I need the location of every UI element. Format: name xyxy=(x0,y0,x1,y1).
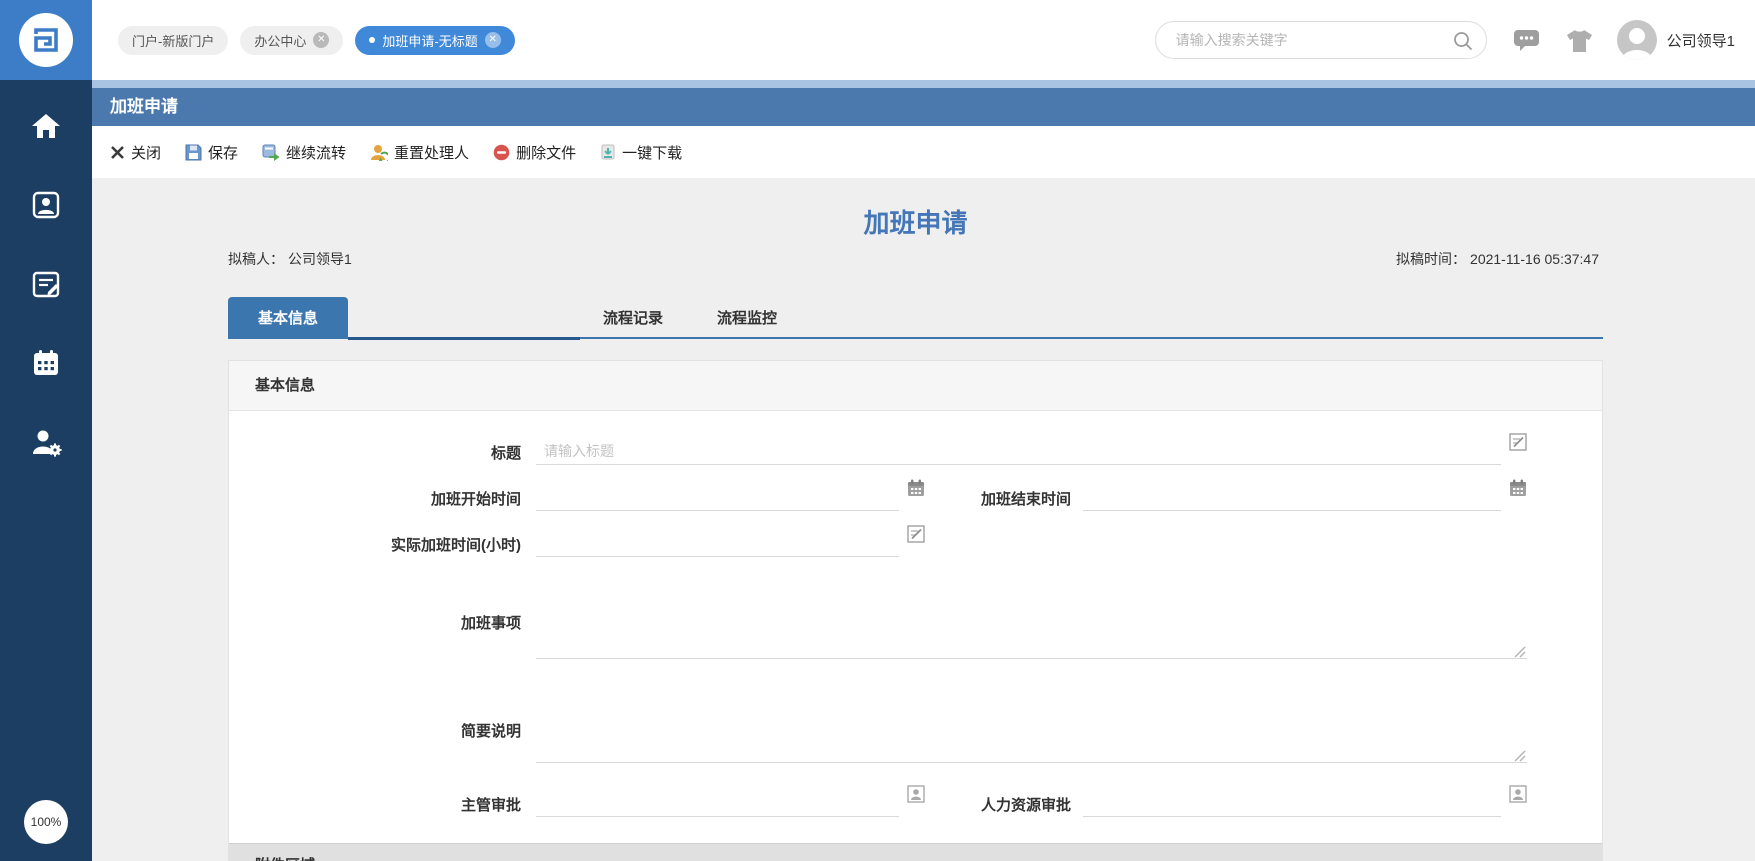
page-title-bar: 加班申请 xyxy=(92,88,1755,126)
topbar-tab-office-center[interactable]: 办公中心 ✕ xyxy=(240,25,344,55)
section-attachments: 附件区域 xyxy=(229,843,1602,861)
draft-time-value: 2021-11-16 05:37:47 xyxy=(1470,251,1599,267)
draft-time-label: 拟稿时间： xyxy=(1396,251,1467,267)
global-search xyxy=(1154,21,1487,59)
sidebar-item-home[interactable] xyxy=(0,101,92,151)
calendar-icon xyxy=(34,350,58,375)
save-button[interactable]: 保存 xyxy=(185,142,238,163)
user-name[interactable]: 公司领导1 xyxy=(1667,30,1735,51)
toolbar: 关闭 保存 继续流转 重置处理人 删除文件 一键下载 xyxy=(92,126,1755,178)
form-tabstrip: 基本信息 流程记录 流程监控 xyxy=(228,297,1603,340)
tab-label: 门户-新版门户 xyxy=(132,33,215,49)
section-basic-info: 基本信息 xyxy=(229,361,1602,411)
search-input[interactable] xyxy=(1173,31,1446,49)
download-icon xyxy=(601,144,615,159)
resize-handle-icon[interactable] xyxy=(1513,749,1526,762)
delete-file-button[interactable]: 删除文件 xyxy=(493,142,576,163)
forward-icon xyxy=(262,144,280,161)
page-title: 加班申请 xyxy=(110,97,178,116)
tab-flow-record[interactable]: 流程记录 xyxy=(576,297,690,337)
overtime-end-input[interactable] xyxy=(1083,485,1501,511)
sidebar-item-schedule[interactable] xyxy=(0,259,92,309)
tab-label: 办公中心 xyxy=(254,33,307,49)
supervisor-approval-label: 主管审批 xyxy=(460,797,521,814)
download-all-button[interactable]: 一键下载 xyxy=(600,142,682,163)
close-icon xyxy=(111,145,124,159)
active-dot-icon xyxy=(369,37,376,43)
close-icon[interactable]: ✕ xyxy=(484,32,501,48)
sidebar-nav xyxy=(0,101,92,496)
sidebar: 100% xyxy=(0,0,92,861)
brief-description-label: 简要说明 xyxy=(460,723,521,740)
user-avatar[interactable] xyxy=(1616,20,1657,60)
hr-approval-input[interactable] xyxy=(1083,791,1501,817)
zoom-level-value: 100% xyxy=(30,815,62,829)
basic-info-panel: 基本信息 标题 加班开始时间 加班结束时间 xyxy=(228,360,1603,861)
sidebar-item-contacts[interactable] xyxy=(0,180,92,230)
overtime-start-label: 加班开始时间 xyxy=(430,491,521,508)
app-logo-icon xyxy=(19,13,73,67)
topbar: 门户-新版门户 办公中心 ✕ 加班申请-无标题 ✕ 请输入搜索关键字 公司领导1 xyxy=(92,0,1755,80)
actual-hours-label: 实际加班时间(小时) xyxy=(391,537,521,554)
drafter-info: 拟稿人： 公司领导1 xyxy=(228,249,356,269)
resize-handle-icon[interactable] xyxy=(1513,645,1526,658)
overtime-matter-textarea[interactable] xyxy=(536,576,1527,659)
tab-flow-monitor[interactable]: 流程监控 xyxy=(690,297,804,337)
schedule-icon xyxy=(32,271,60,298)
title-input[interactable] xyxy=(536,439,1501,465)
tab-basic-info[interactable]: 基本信息 xyxy=(228,297,348,337)
topbar-tab-overtime-request[interactable]: 加班申请-无标题 ✕ xyxy=(355,25,515,55)
sidebar-item-calendar[interactable] xyxy=(0,338,92,388)
theme-shirt-icon[interactable] xyxy=(1566,28,1593,53)
reset-person-icon xyxy=(371,144,389,161)
edit-form-icon[interactable] xyxy=(1509,433,1527,451)
brief-description-textarea[interactable] xyxy=(536,681,1527,763)
delete-icon xyxy=(493,144,510,160)
overtime-end-label: 加班结束时间 xyxy=(980,491,1071,508)
actual-hours-input[interactable] xyxy=(536,531,899,557)
person-picker-icon[interactable] xyxy=(1509,785,1527,803)
home-icon xyxy=(32,114,60,138)
edit-form-icon[interactable] xyxy=(907,525,925,543)
form-title: 加班申请 xyxy=(863,208,968,238)
calendar-picker-icon[interactable] xyxy=(1509,479,1527,497)
search-icon[interactable] xyxy=(1452,30,1474,52)
save-icon xyxy=(185,144,202,160)
zoom-level-badge[interactable]: 100% xyxy=(24,800,68,844)
hr-approval-label: 人力资源审批 xyxy=(980,797,1071,814)
close-button[interactable]: 关闭 xyxy=(110,142,161,163)
header-accent-strip xyxy=(92,80,1755,88)
overtime-matter-label: 加班事项 xyxy=(460,615,521,632)
tab-underline-dark xyxy=(348,337,580,340)
logo-button[interactable] xyxy=(0,0,92,80)
sidebar-item-user-settings[interactable] xyxy=(0,417,92,467)
draft-time-info: 拟稿时间： 2021-11-16 05:37:47 xyxy=(1396,249,1603,269)
continue-flow-button[interactable]: 继续流转 xyxy=(262,142,346,163)
app-window: 100% 门户-新版门户 办公中心 ✕ 加班申请-无标题 ✕ 请输入搜索关键字 … xyxy=(0,0,1755,861)
reset-handler-button[interactable]: 重置处理人 xyxy=(370,142,469,163)
topbar-tab-portal[interactable]: 门户-新版门户 xyxy=(118,25,229,55)
close-icon[interactable]: ✕ xyxy=(313,32,330,48)
tab-label: 加班申请-无标题 xyxy=(382,33,478,49)
drafter-value: 公司领导1 xyxy=(288,251,352,267)
drafter-label: 拟稿人： xyxy=(228,251,284,267)
contacts-icon xyxy=(32,191,60,219)
title-label: 标题 xyxy=(490,445,521,462)
message-icon[interactable] xyxy=(1513,28,1540,52)
user-settings-icon xyxy=(33,430,62,457)
